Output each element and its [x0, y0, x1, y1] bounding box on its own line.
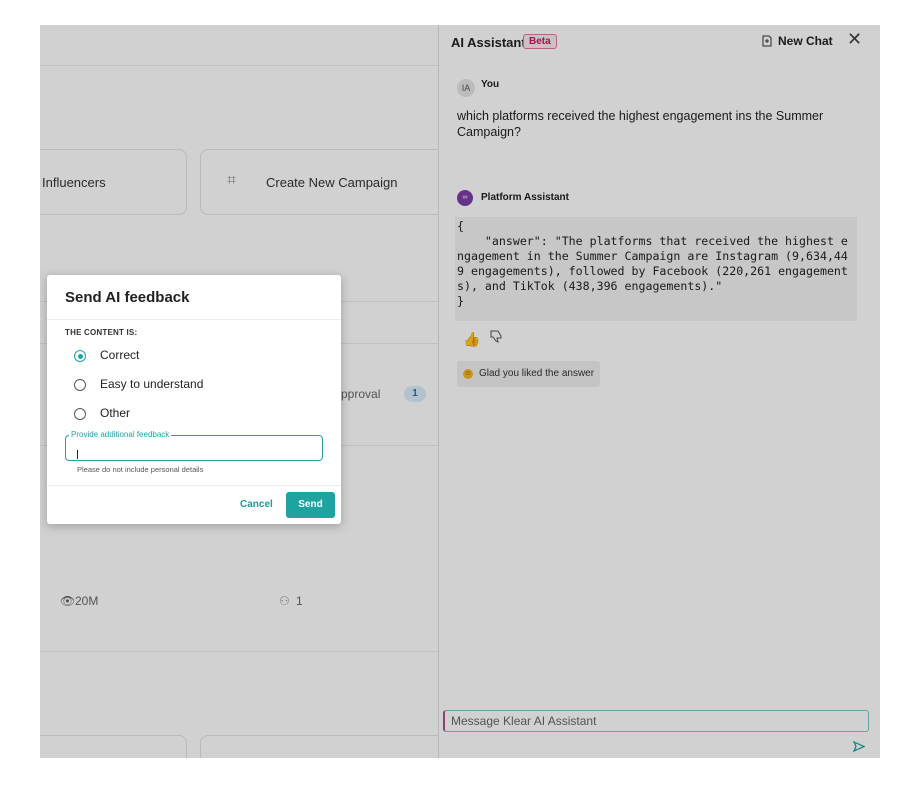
radio-easy[interactable]: [74, 379, 86, 391]
divider: [47, 485, 341, 486]
option-label: Correct: [100, 348, 140, 362]
feedback-field-label: Provide additional feedback: [69, 430, 172, 439]
radio-other[interactable]: [74, 408, 86, 420]
helper-text: Please do not include personal details: [77, 465, 204, 474]
additional-feedback-field[interactable]: Provide additional feedback: [65, 430, 323, 461]
app-window: Influencers ⌗ Create New Campaign pprova…: [40, 25, 880, 758]
option-label: Easy to understand: [100, 377, 204, 391]
radio-correct[interactable]: [74, 350, 86, 362]
feedback-modal: Send AI feedback THE CONTENT IS: Correct…: [47, 275, 341, 524]
divider: [47, 319, 341, 320]
cancel-button[interactable]: Cancel: [240, 499, 273, 510]
text-cursor: [77, 450, 78, 459]
modal-title: Send AI feedback: [65, 289, 190, 306]
option-label: Other: [100, 406, 131, 420]
send-button[interactable]: Send: [286, 492, 335, 518]
content-section-label: THE CONTENT IS:: [65, 328, 138, 337]
